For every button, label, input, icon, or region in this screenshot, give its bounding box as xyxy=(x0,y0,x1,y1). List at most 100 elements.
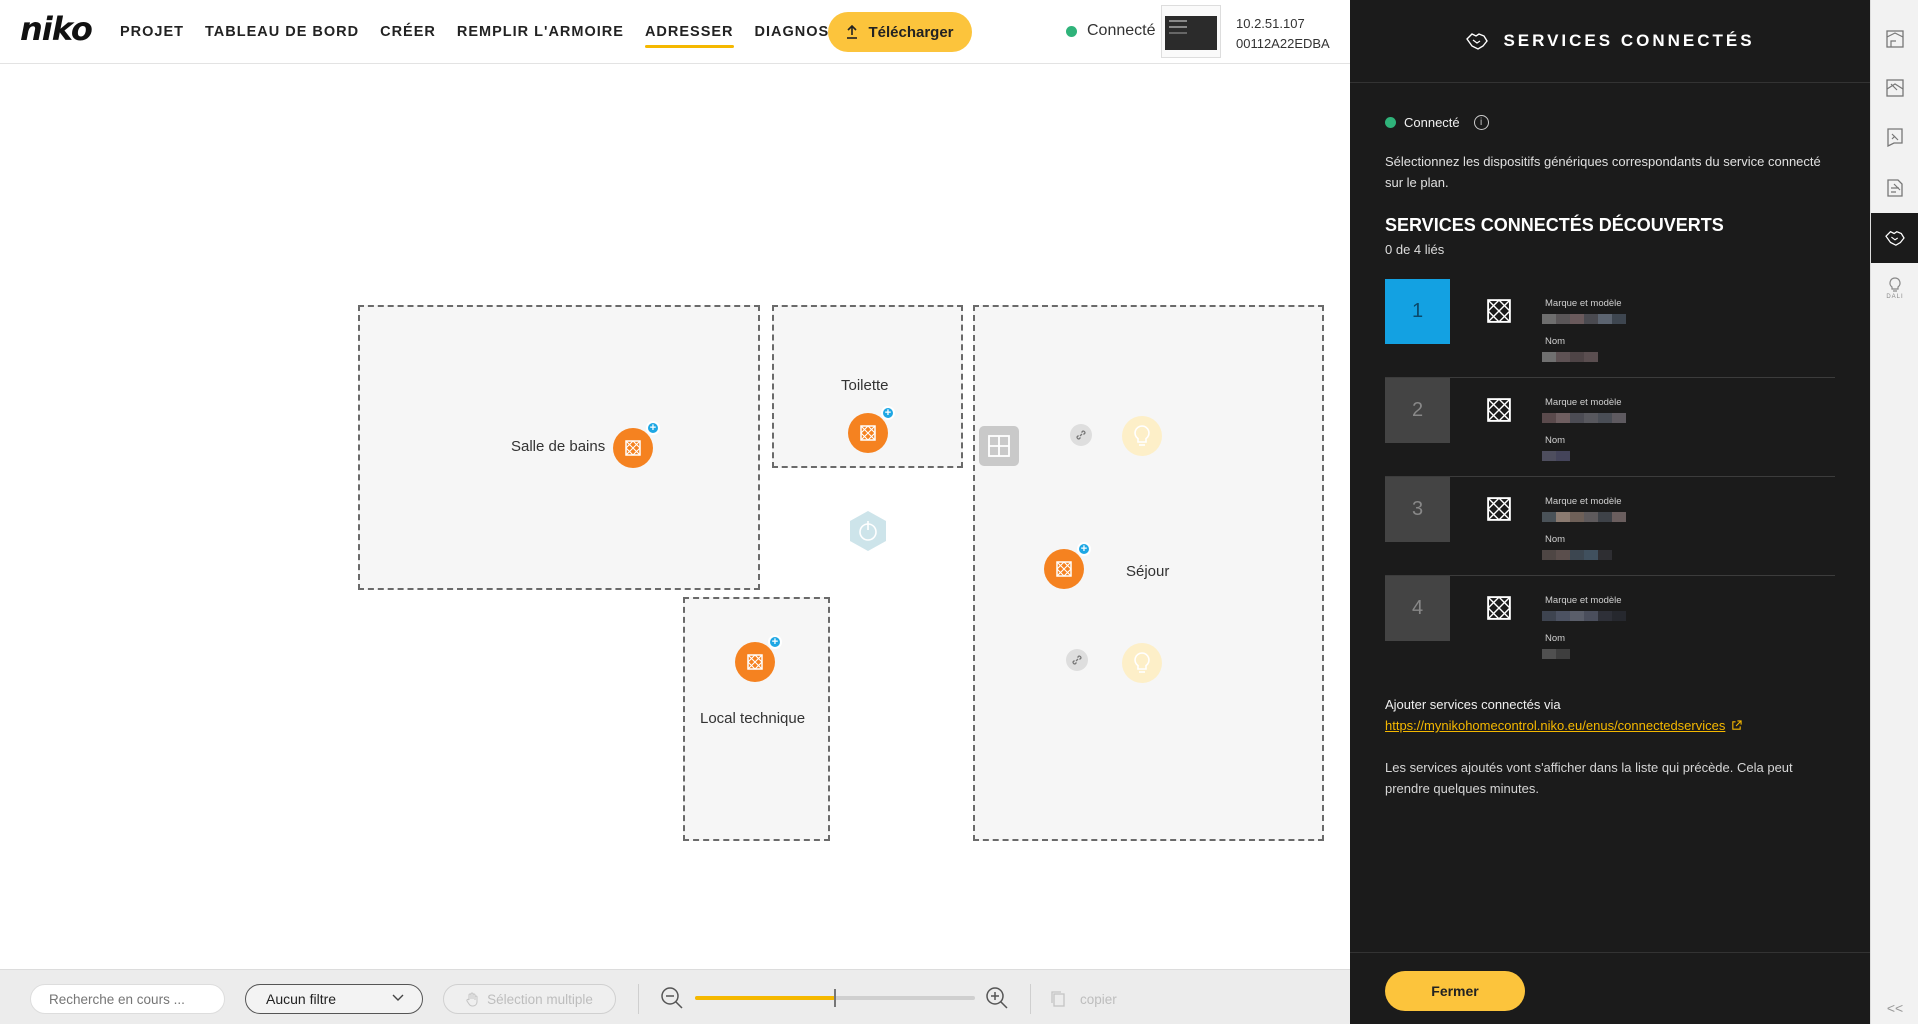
socket-icon xyxy=(988,435,1010,457)
multi-select-button[interactable]: Sélection multiple xyxy=(443,984,616,1014)
redacted-name-value xyxy=(1542,352,1598,362)
rail-floorplan-layers[interactable] xyxy=(1871,63,1918,113)
add-services-label: Ajouter services connectés via xyxy=(1385,697,1561,712)
rail-dali[interactable]: DALI xyxy=(1871,263,1918,313)
add-badge-icon[interactable]: + xyxy=(881,406,895,420)
handshake-icon xyxy=(1466,33,1489,50)
niko-logo[interactable]: niko xyxy=(20,10,93,48)
connected-service-icon xyxy=(1487,596,1511,620)
rail-floorplan-edit[interactable] xyxy=(1871,14,1918,64)
rail-connected-services[interactable] xyxy=(1871,213,1918,263)
zoom-in-icon[interactable] xyxy=(984,985,1010,1011)
linked-count: 0 de 4 liés xyxy=(1385,242,1445,257)
rail-floorplan-devices[interactable] xyxy=(1871,112,1918,162)
service-row[interactable]: 3 Marque et modèle Nom xyxy=(1385,477,1835,576)
floorplan-devices-icon xyxy=(1887,128,1903,147)
connected-service-icon xyxy=(860,425,876,441)
download-button[interactable]: Télécharger xyxy=(828,12,972,52)
redacted-brand-value xyxy=(1542,611,1626,621)
status-dot-icon xyxy=(1066,25,1077,37)
download-label: Télécharger xyxy=(868,23,954,41)
connected-service-device[interactable]: + xyxy=(613,421,660,468)
status-dot-icon xyxy=(1385,117,1396,128)
filter-select[interactable]: Aucun filtre xyxy=(245,984,423,1014)
connected-service-icon xyxy=(1487,398,1511,422)
chevron-down-icon xyxy=(392,994,404,1001)
floor-plan-canvas[interactable]: Salle de bains + Toilette + + Local tech… xyxy=(0,64,1350,969)
panel-note: Les services ajoutés vont s'afficher dan… xyxy=(1385,760,1793,796)
light-device[interactable] xyxy=(1122,416,1162,456)
connection-status: Connecté xyxy=(1066,22,1156,40)
add-badge-icon[interactable]: + xyxy=(768,635,782,649)
service-row[interactable]: 2 Marque et modèle Nom xyxy=(1385,378,1835,477)
redacted-name-value xyxy=(1542,649,1570,659)
floorplan-edit-icon xyxy=(1886,30,1904,48)
upload-icon xyxy=(847,25,858,39)
filter-value: Aucun filtre xyxy=(266,991,337,1007)
panel-connection-status: Connecté i xyxy=(1385,115,1489,130)
add-services-link[interactable]: https://mynikohomecontrol.niko.eu/enus/c… xyxy=(1385,718,1742,733)
connected-service-icon xyxy=(1056,561,1072,577)
top-bar: niko PROJET TABLEAU DE BORD CRÉER REMPLI… xyxy=(0,0,1350,64)
service-row[interactable]: 1 Marque et modèle Nom xyxy=(1385,279,1835,378)
service-number[interactable]: 2 xyxy=(1385,378,1450,443)
search-input[interactable] xyxy=(30,984,225,1014)
zoom-out-icon[interactable] xyxy=(659,985,685,1011)
connected-service-icon xyxy=(747,654,763,670)
nav-tableau-de-bord[interactable]: TABLEAU DE BORD xyxy=(205,18,359,46)
light-device[interactable] xyxy=(1122,643,1162,683)
add-badge-icon[interactable]: + xyxy=(1077,542,1091,556)
controller-thumbnail[interactable] xyxy=(1161,5,1221,58)
close-button[interactable]: Fermer xyxy=(1385,971,1525,1011)
zoom-slider-thumb[interactable] xyxy=(834,989,836,1007)
bottom-toolbar: Aucun filtre Sélection multiple copier xyxy=(0,969,1350,1024)
collapse-panel-button[interactable]: << xyxy=(1871,1000,1918,1016)
dali-label: DALI xyxy=(1886,293,1904,300)
device-info: 10.2.51.107 00112A22EDBA xyxy=(1236,14,1330,54)
copy-icon xyxy=(1051,991,1065,1007)
brand-model-label: Marque et modèle xyxy=(1545,298,1622,309)
service-number[interactable]: 3 xyxy=(1385,477,1450,542)
connected-service-icon xyxy=(1487,497,1511,521)
link-device[interactable] xyxy=(1066,649,1088,671)
connected-services-panel: SERVICES CONNECTÉS Connecté i Sélectionn… xyxy=(1350,0,1870,1024)
add-badge-icon[interactable]: + xyxy=(646,421,660,435)
floorplan-addressing-icon xyxy=(1887,179,1903,197)
nav-creer[interactable]: CRÉER xyxy=(380,18,436,46)
nav-projet[interactable]: PROJET xyxy=(120,18,184,46)
hand-icon xyxy=(466,992,478,1006)
rail-floorplan-addressing[interactable] xyxy=(1871,163,1918,213)
connected-service-device[interactable]: + xyxy=(848,406,895,453)
nav-remplir-armoire[interactable]: REMPLIR L'ARMOIRE xyxy=(457,18,624,46)
brand-model-label: Marque et modèle xyxy=(1545,397,1622,408)
link-device[interactable] xyxy=(1070,424,1092,446)
socket-device[interactable] xyxy=(979,426,1019,466)
tool-rail: DALI << xyxy=(1870,0,1918,1024)
external-link-icon xyxy=(1732,720,1742,730)
divider xyxy=(638,984,639,1014)
nav-adresser[interactable]: ADRESSER xyxy=(644,18,734,48)
panel-title: SERVICES CONNECTÉS xyxy=(1503,31,1755,50)
panel-header: SERVICES CONNECTÉS xyxy=(1350,0,1870,83)
redacted-name-value xyxy=(1542,550,1612,560)
service-number[interactable]: 4 xyxy=(1385,576,1450,641)
redacted-brand-value xyxy=(1542,314,1626,324)
floorplan-layers-icon xyxy=(1886,79,1904,97)
zoom-slider[interactable] xyxy=(695,989,975,1007)
copy-label: copier xyxy=(1080,991,1117,1007)
name-label: Nom xyxy=(1545,633,1566,644)
info-icon[interactable]: i xyxy=(1473,115,1489,130)
room-label: Salle de bains xyxy=(511,438,606,455)
main-nav: PROJET TABLEAU DE BORD CRÉER REMPLIR L'A… xyxy=(120,0,894,64)
connected-service-device[interactable]: + xyxy=(735,635,782,682)
brand-model-label: Marque et modèle xyxy=(1545,496,1622,507)
service-row[interactable]: 4 Marque et modèle Nom xyxy=(1385,576,1835,675)
connected-service-icon xyxy=(1487,299,1511,323)
name-label: Nom xyxy=(1545,336,1566,347)
link-icon xyxy=(1072,655,1082,665)
copy-button[interactable]: copier xyxy=(1050,984,1117,1014)
bulb-icon xyxy=(1134,425,1150,446)
power-hexagon-icon[interactable] xyxy=(849,510,887,552)
service-number[interactable]: 1 xyxy=(1385,279,1450,344)
connected-service-device[interactable]: + xyxy=(1044,542,1091,589)
